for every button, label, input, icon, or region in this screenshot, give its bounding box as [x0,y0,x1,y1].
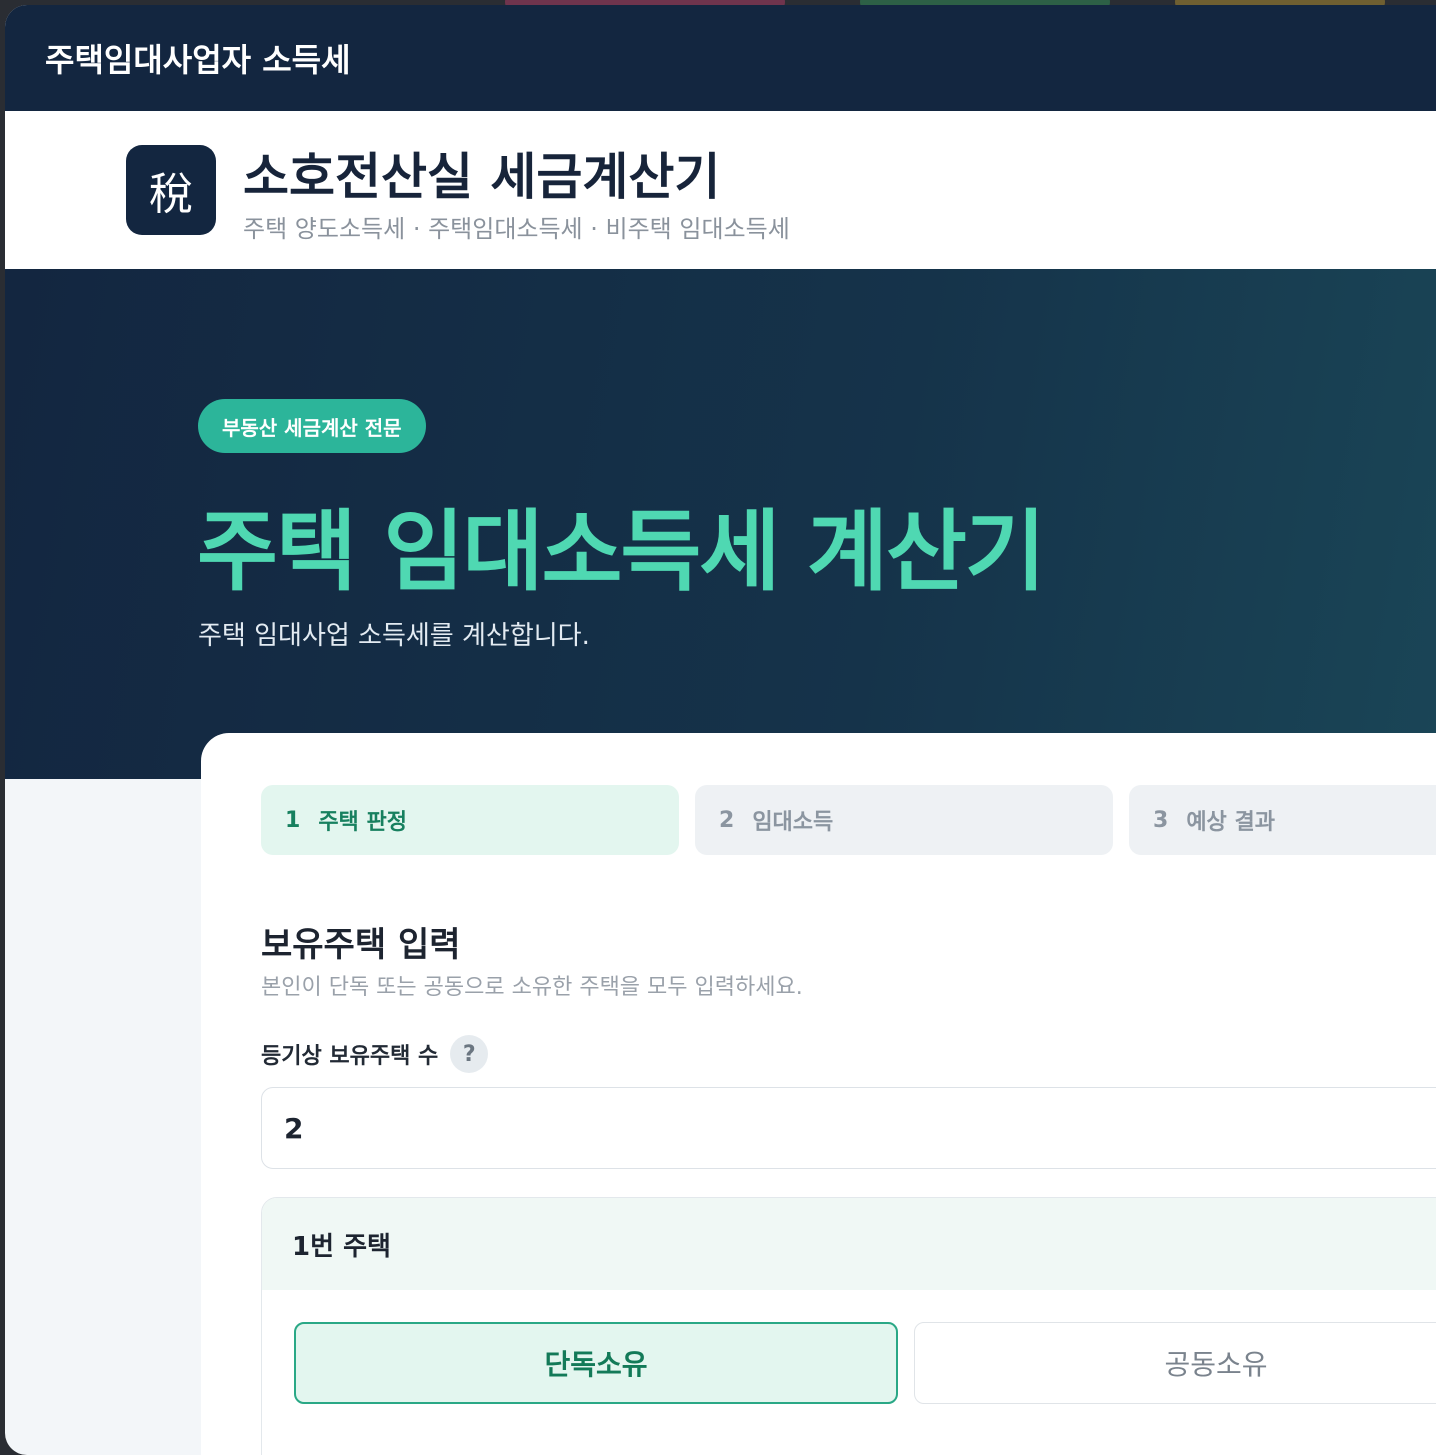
app-window: 주택임대사업자 소득세 稅 소호전산실 세금계산기 주택 양도소득세 · 주택임… [5,5,1436,1455]
title-bar: 주택임대사업자 소득세 [5,5,1436,111]
brand-subtitle: 주택 양도소득세 · 주택임대소득세 · 비주택 임대소득세 [243,215,790,243]
house-count-label-text: 등기상 보유주택 수 [261,1044,439,1069]
tab-step-2[interactable]: 2 임대소득 [695,785,1113,855]
step-label: 주택 판정 [318,810,407,835]
step-label: 예상 결과 [1186,810,1275,835]
help-icon[interactable]: ? [450,1035,489,1073]
ownership-toggle: 단독소유 공동소유 [294,1322,1436,1404]
step-number: 3 [1153,807,1169,833]
window-title: 주택임대사업자 소득세 [45,41,351,79]
step-number: 1 [285,807,301,833]
brand-name[interactable]: 소호전산실 세금계산기 [243,137,720,209]
page-description: 주택 임대사업 소득세를 계산합니다. [198,621,590,651]
house-count-label: 등기상 보유주택 수 ? [261,1035,489,1073]
section-description: 본인이 단독 또는 공동으로 소유한 주택을 모두 입력하세요. [261,975,803,1000]
step-number: 2 [719,807,735,833]
category-badge: 부동산 세금계산 전문 [198,399,426,453]
step-tabs: 1 주택 판정 2 임대소득 3 예상 결과 [261,785,1436,855]
house-count-input[interactable] [261,1087,1436,1169]
step-label: 임대소득 [752,810,834,835]
house-1-title: 1번 주택 [262,1198,1436,1290]
section-title: 보유주택 입력 [261,925,461,965]
house-1-panel: 1번 주택 단독소유 공동소유 [261,1197,1436,1455]
joint-ownership-button[interactable]: 공동소유 [914,1322,1436,1404]
tab-step-3[interactable]: 3 예상 결과 [1129,785,1436,855]
brand-header: 稅 소호전산실 세금계산기 주택 양도소득세 · 주택임대소득세 · 비주택 임… [5,111,1436,269]
tax-logo-icon[interactable]: 稅 [126,145,216,235]
tab-step-1[interactable]: 1 주택 판정 [261,785,679,855]
calculator-card: 1 주택 판정 2 임대소득 3 예상 결과 보유주택 입력 본인이 단독 또는… [201,733,1436,1455]
page-title: 주택 임대소득세 계산기 [197,500,1046,603]
sole-ownership-button[interactable]: 단독소유 [294,1322,898,1404]
hero-section: 부동산 세금계산 전문 주택 임대소득세 계산기 주택 임대사업 소득세를 계산… [5,269,1436,779]
logo-glyph: 稅 [149,169,193,220]
